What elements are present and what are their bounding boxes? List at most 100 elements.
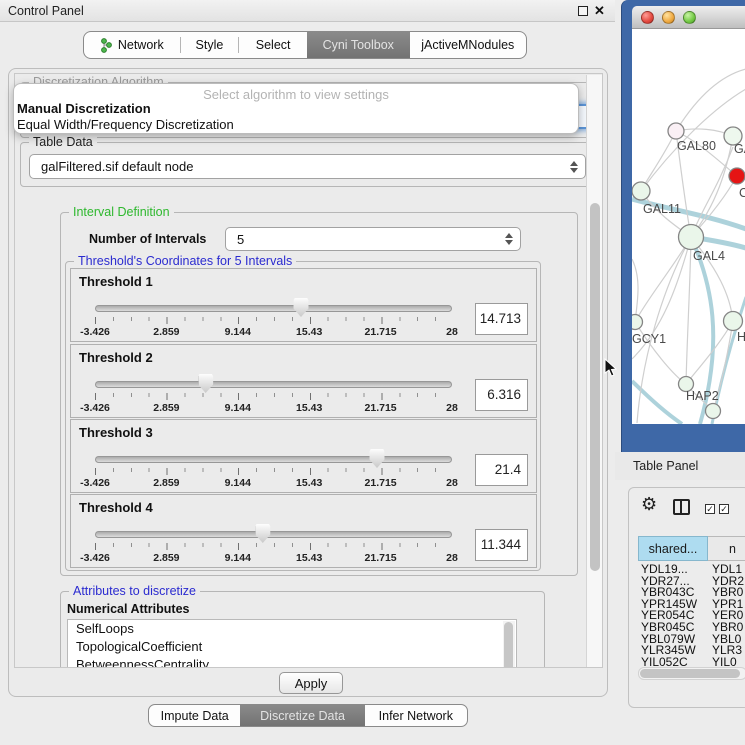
node-label-gal80: GAL80 bbox=[677, 139, 716, 153]
table-row[interactable]: YDL19...YDL1 bbox=[638, 562, 745, 574]
table-panel-body: ⚙ ✓ ✓ shared... n YDL19...YDL1 YDR27...Y… bbox=[628, 487, 745, 708]
network-node-h[interactable] bbox=[724, 312, 743, 331]
threshold-4-slider[interactable]: -3.426 2.859 9.144 15.43 21.715 28 bbox=[95, 521, 452, 567]
slider-thumb[interactable] bbox=[255, 524, 270, 543]
table-row[interactable]: YBL079WYBL0 bbox=[638, 632, 745, 644]
slider-thumb[interactable] bbox=[370, 449, 385, 468]
network-node-gal80[interactable] bbox=[668, 123, 684, 139]
checkbox-checked-icon[interactable]: ✓ bbox=[705, 504, 715, 514]
table-data-combo[interactable]: galFiltered.sif default node bbox=[29, 154, 586, 179]
threshold-3-value-field[interactable]: 21.4 bbox=[475, 454, 528, 486]
threshold-2-label: Threshold 2 bbox=[79, 350, 153, 365]
list-scrollbar[interactable] bbox=[503, 621, 515, 668]
network-canvas[interactable]: GAL80 GA C GAL11 GAL4 GCY1 H HAP2 bbox=[632, 29, 745, 424]
split-view-icon[interactable] bbox=[673, 499, 690, 515]
table-rows: YDL19...YDL1 YDR27...YDR2 YBR043CYBR0 YP… bbox=[638, 562, 745, 666]
network-icon bbox=[100, 38, 113, 53]
slider-track[interactable] bbox=[95, 531, 452, 538]
float-window-icon[interactable] bbox=[578, 6, 588, 16]
panel-scrollbar-thumb[interactable] bbox=[590, 203, 600, 571]
list-item[interactable]: TopologicalCoefficient bbox=[68, 638, 516, 656]
slider-major-ticks bbox=[95, 543, 453, 550]
slider-major-ticks bbox=[95, 468, 453, 475]
tab-cyni-toolbox[interactable]: Cyni Toolbox bbox=[307, 32, 410, 58]
slider-tick-labels: -3.426 2.859 9.144 15.43 21.715 28 bbox=[95, 326, 452, 340]
table-row[interactable]: YBR045CYBR0 bbox=[638, 620, 745, 632]
algorithm-placeholder: Select algorithm to view settings bbox=[14, 87, 578, 102]
combo-stepper-icon bbox=[568, 155, 580, 178]
table-row[interactable]: YLR345WYLR3 bbox=[638, 643, 745, 655]
apply-button[interactable]: Apply bbox=[279, 672, 343, 694]
mouse-cursor bbox=[604, 358, 618, 378]
threshold-1-slider[interactable]: -3.426 2.859 9.144 15.43 21.715 28 bbox=[95, 295, 452, 341]
network-node-gcy1[interactable] bbox=[632, 315, 643, 330]
tab-select[interactable]: Select bbox=[239, 32, 307, 58]
threshold-1-label: Threshold 1 bbox=[79, 274, 153, 289]
table-row[interactable]: YIL052CYIL0 bbox=[638, 655, 745, 666]
menu-item-manual-discretization[interactable]: Manual Discretization bbox=[17, 101, 151, 116]
zoom-light-icon[interactable] bbox=[683, 11, 696, 24]
interval-definition-group: Interval Definition Number of Intervals … bbox=[60, 212, 578, 576]
slider-thumb[interactable] bbox=[198, 374, 213, 393]
tab-impute-data[interactable]: Impute Data bbox=[149, 705, 240, 726]
table-data-group: Table Data galFiltered.sif default node bbox=[20, 142, 591, 187]
tab-jactivemnodules[interactable]: jActiveMNodules bbox=[410, 32, 526, 58]
table-panel-title: Table Panel bbox=[633, 459, 698, 473]
minimize-light-icon[interactable] bbox=[662, 11, 675, 24]
group-title-attributes: Attributes to discretize bbox=[69, 584, 200, 598]
menu-item-equal-width-frequency[interactable]: Equal Width/Frequency Discretization bbox=[17, 117, 234, 132]
table-row[interactable]: YBR043CYBR0 bbox=[638, 585, 745, 597]
slider-track[interactable] bbox=[95, 456, 452, 463]
slider-tick-labels: -3.426 2.859 9.144 15.43 21.715 28 bbox=[95, 552, 452, 566]
numerical-attributes-label: Numerical Attributes bbox=[67, 602, 189, 616]
threshold-3-slider[interactable]: -3.426 2.859 9.144 15.43 21.715 28 bbox=[95, 446, 452, 492]
tab-network[interactable]: Network bbox=[84, 32, 180, 58]
number-of-intervals-label: Number of Intervals bbox=[89, 232, 206, 246]
tab-infer-network[interactable]: Infer Network bbox=[365, 705, 467, 726]
node-label-hap2: HAP2 bbox=[686, 389, 719, 403]
table-horizontal-scrollbar[interactable] bbox=[638, 667, 745, 680]
thresholds-group: Threshold's Coordinates for 5 Intervals … bbox=[65, 261, 541, 571]
number-of-intervals-combo[interactable]: 5 bbox=[225, 227, 521, 251]
top-tab-bar: Network Style Select Cyni Toolbox jActiv… bbox=[83, 31, 527, 59]
network-window-titlebar[interactable] bbox=[632, 6, 745, 29]
threshold-1-value-field[interactable]: 14.713 bbox=[475, 303, 528, 335]
slider-track[interactable] bbox=[95, 381, 452, 388]
list-item[interactable]: SelfLoops bbox=[68, 620, 516, 638]
numerical-attributes-list: SelfLoops TopologicalCoefficient Between… bbox=[67, 619, 517, 668]
table-row[interactable]: YDR27...YDR2 bbox=[638, 574, 745, 586]
threshold-2-value-field[interactable]: 6.316 bbox=[475, 379, 528, 411]
network-node-selected-red[interactable] bbox=[729, 168, 745, 184]
list-item[interactable]: BetweennessCentrality bbox=[68, 656, 516, 668]
group-title-table-data: Table Data bbox=[29, 135, 97, 149]
node-label-c: C bbox=[739, 186, 745, 200]
panel-scrollbar[interactable] bbox=[586, 75, 602, 667]
column-header-shared[interactable]: shared... bbox=[638, 536, 708, 561]
tab-discretize-data[interactable]: Discretize Data bbox=[240, 705, 364, 726]
threshold-3-label: Threshold 3 bbox=[79, 425, 153, 440]
node-label-gcy1: GCY1 bbox=[632, 332, 666, 346]
table-row[interactable]: YPR145WYPR1 bbox=[638, 597, 745, 609]
settings-scroll-area: Discretization Algorithm Table Data galF… bbox=[14, 73, 603, 668]
threshold-4-value-field[interactable]: 11.344 bbox=[475, 529, 528, 561]
close-icon[interactable]: ✕ bbox=[594, 2, 605, 20]
checkbox-checked-icon[interactable]: ✓ bbox=[719, 504, 729, 514]
network-node-gal11[interactable] bbox=[632, 182, 650, 200]
table-row[interactable]: YER054CYER0 bbox=[638, 608, 745, 620]
slider-track[interactable] bbox=[95, 305, 452, 312]
node-label-h: H bbox=[737, 330, 745, 344]
slider-tick-labels: -3.426 2.859 9.144 15.43 21.715 28 bbox=[95, 402, 452, 416]
network-node-partial[interactable] bbox=[706, 404, 721, 419]
network-node-gal4[interactable] bbox=[679, 225, 704, 250]
node-label-gal11: GAL11 bbox=[643, 202, 681, 216]
close-light-icon[interactable] bbox=[641, 11, 654, 24]
group-title-thresholds: Threshold's Coordinates for 5 Intervals bbox=[74, 254, 296, 268]
threshold-2-slider[interactable]: -3.426 2.859 9.144 15.43 21.715 28 bbox=[95, 371, 452, 417]
slider-major-ticks bbox=[95, 317, 453, 324]
slider-thumb[interactable] bbox=[293, 298, 308, 317]
control-panel-titlebar: Control Panel bbox=[0, 0, 615, 22]
settings-gear-icon[interactable]: ⚙ bbox=[641, 494, 657, 515]
tab-style[interactable]: Style bbox=[181, 32, 239, 58]
threshold-panel-2: Threshold 2 -3.426 2.859 9.144 15.43 bbox=[70, 344, 537, 418]
column-header-name[interactable]: n bbox=[708, 536, 745, 561]
